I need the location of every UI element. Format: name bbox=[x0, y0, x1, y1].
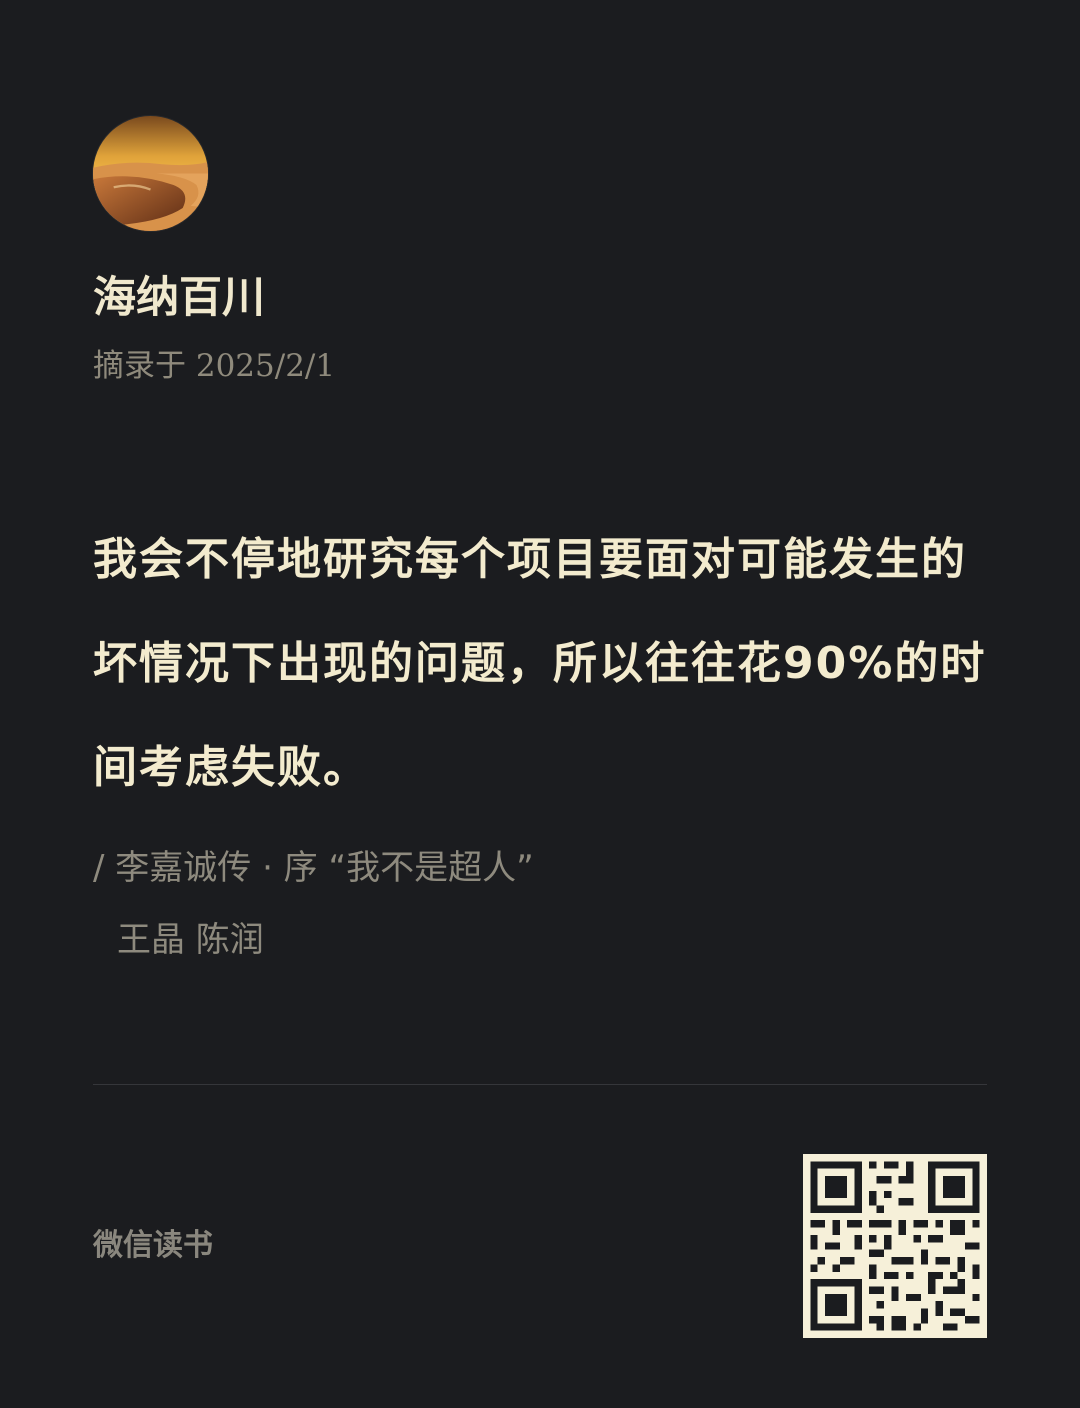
brand-label: 微信读书 bbox=[93, 1228, 213, 1263]
book-authors: 王晶 陈润 bbox=[117, 920, 264, 960]
book-source[interactable]: / 李嘉诚传 · 序 “我不是超人” bbox=[93, 842, 534, 894]
sunset-landscape-avatar-icon bbox=[93, 116, 208, 231]
quote-text: 我会不停地研究每个项目要面对可能发生的坏情况下出现的问题，所以往往花90%的时间… bbox=[93, 534, 987, 793]
avatar[interactable] bbox=[93, 116, 208, 231]
divider bbox=[93, 1084, 987, 1085]
qr-code-icon bbox=[803, 1154, 987, 1338]
username: 海纳百川 bbox=[93, 273, 265, 323]
excerpt-date: 摘录于 2025/2/1 bbox=[93, 348, 336, 384]
qr-code[interactable] bbox=[803, 1154, 987, 1338]
